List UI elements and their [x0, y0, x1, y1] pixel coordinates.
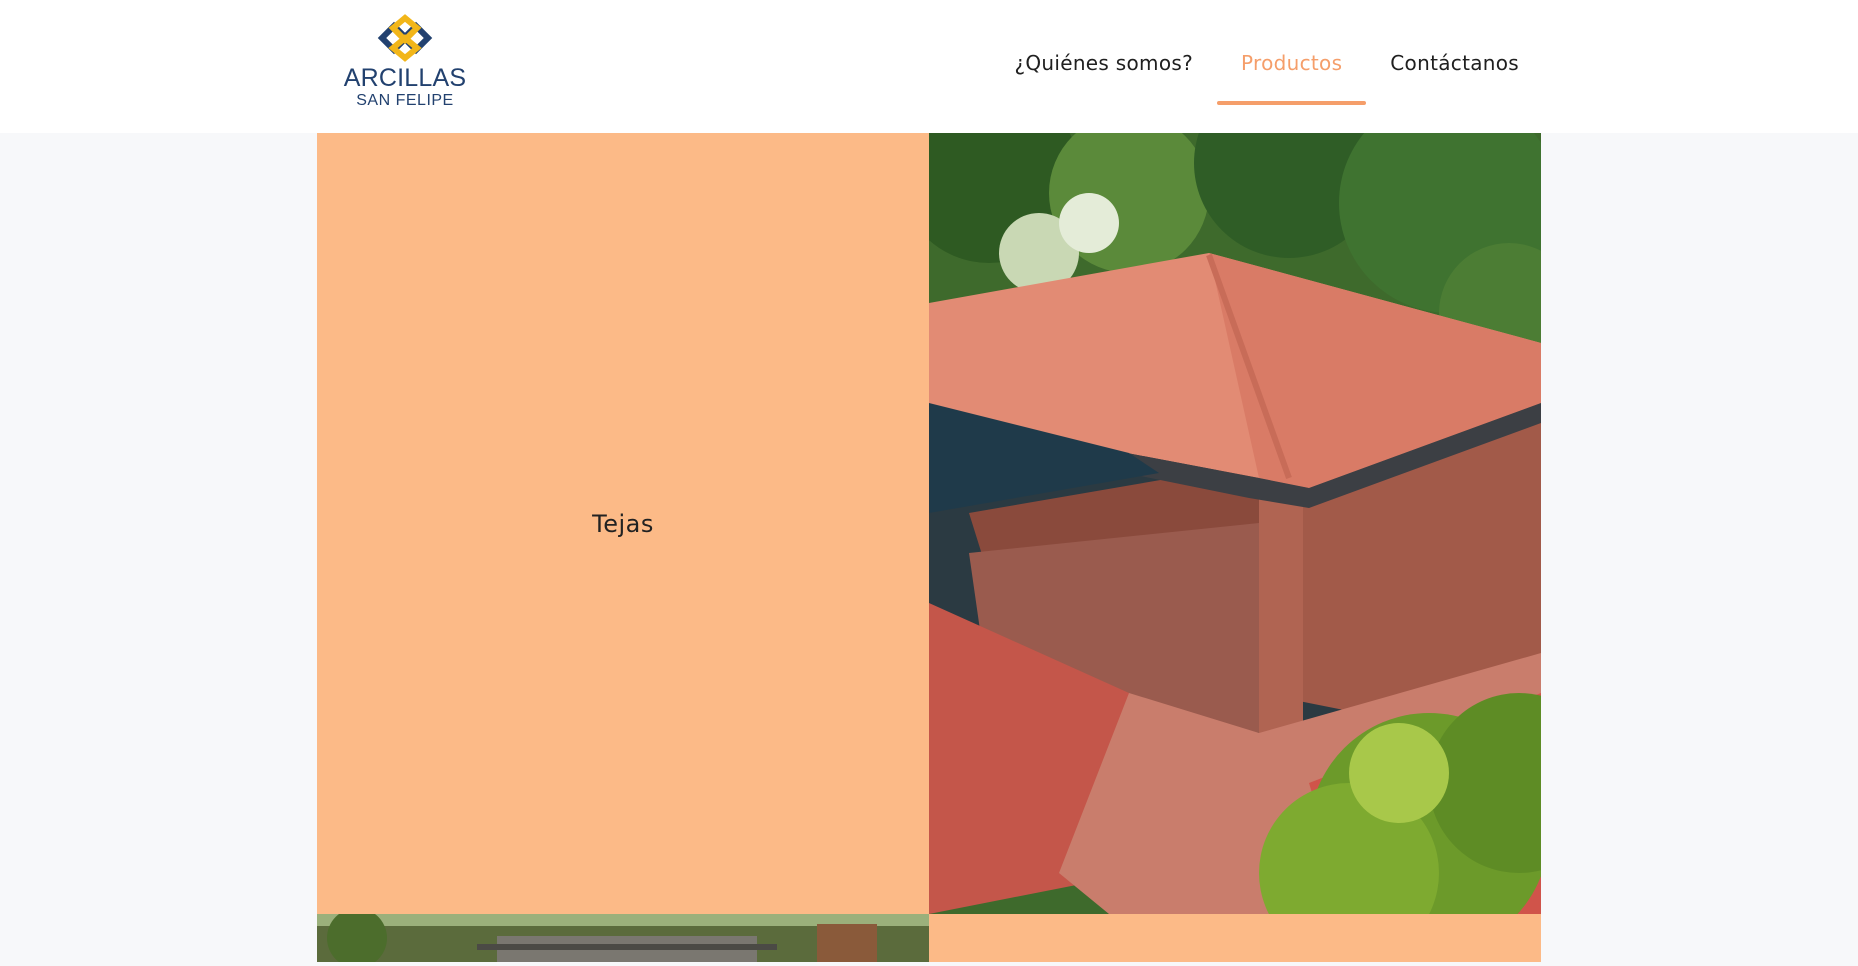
nav-item-contact[interactable]: Contáctanos [1366, 38, 1543, 99]
brand-subname: SAN FELIPE [356, 92, 454, 109]
product-tile-tejas[interactable]: Tejas [317, 133, 929, 914]
site-header: ARCILLAS SAN FELIPE ¿Quiénes somos? Prod… [0, 0, 1858, 133]
nav-item-about[interactable]: ¿Quiénes somos? [990, 38, 1217, 99]
logo-mark-icon [377, 14, 433, 62]
product-photo-roof [899, 68, 1609, 963]
main-nav: ¿Quiénes somos? Productos Contáctanos [990, 38, 1543, 105]
roof-photo-image [899, 68, 1609, 963]
product-tile-next[interactable] [929, 914, 1541, 962]
nav-item-products[interactable]: Productos [1217, 38, 1367, 105]
factory-photo-image [317, 908, 929, 966]
brand-name: ARCILLAS [343, 64, 467, 92]
product-tile-label: Tejas [592, 509, 654, 538]
brand-logo[interactable]: ARCILLAS SAN FELIPE [340, 14, 470, 118]
product-photo-factory [317, 908, 929, 966]
